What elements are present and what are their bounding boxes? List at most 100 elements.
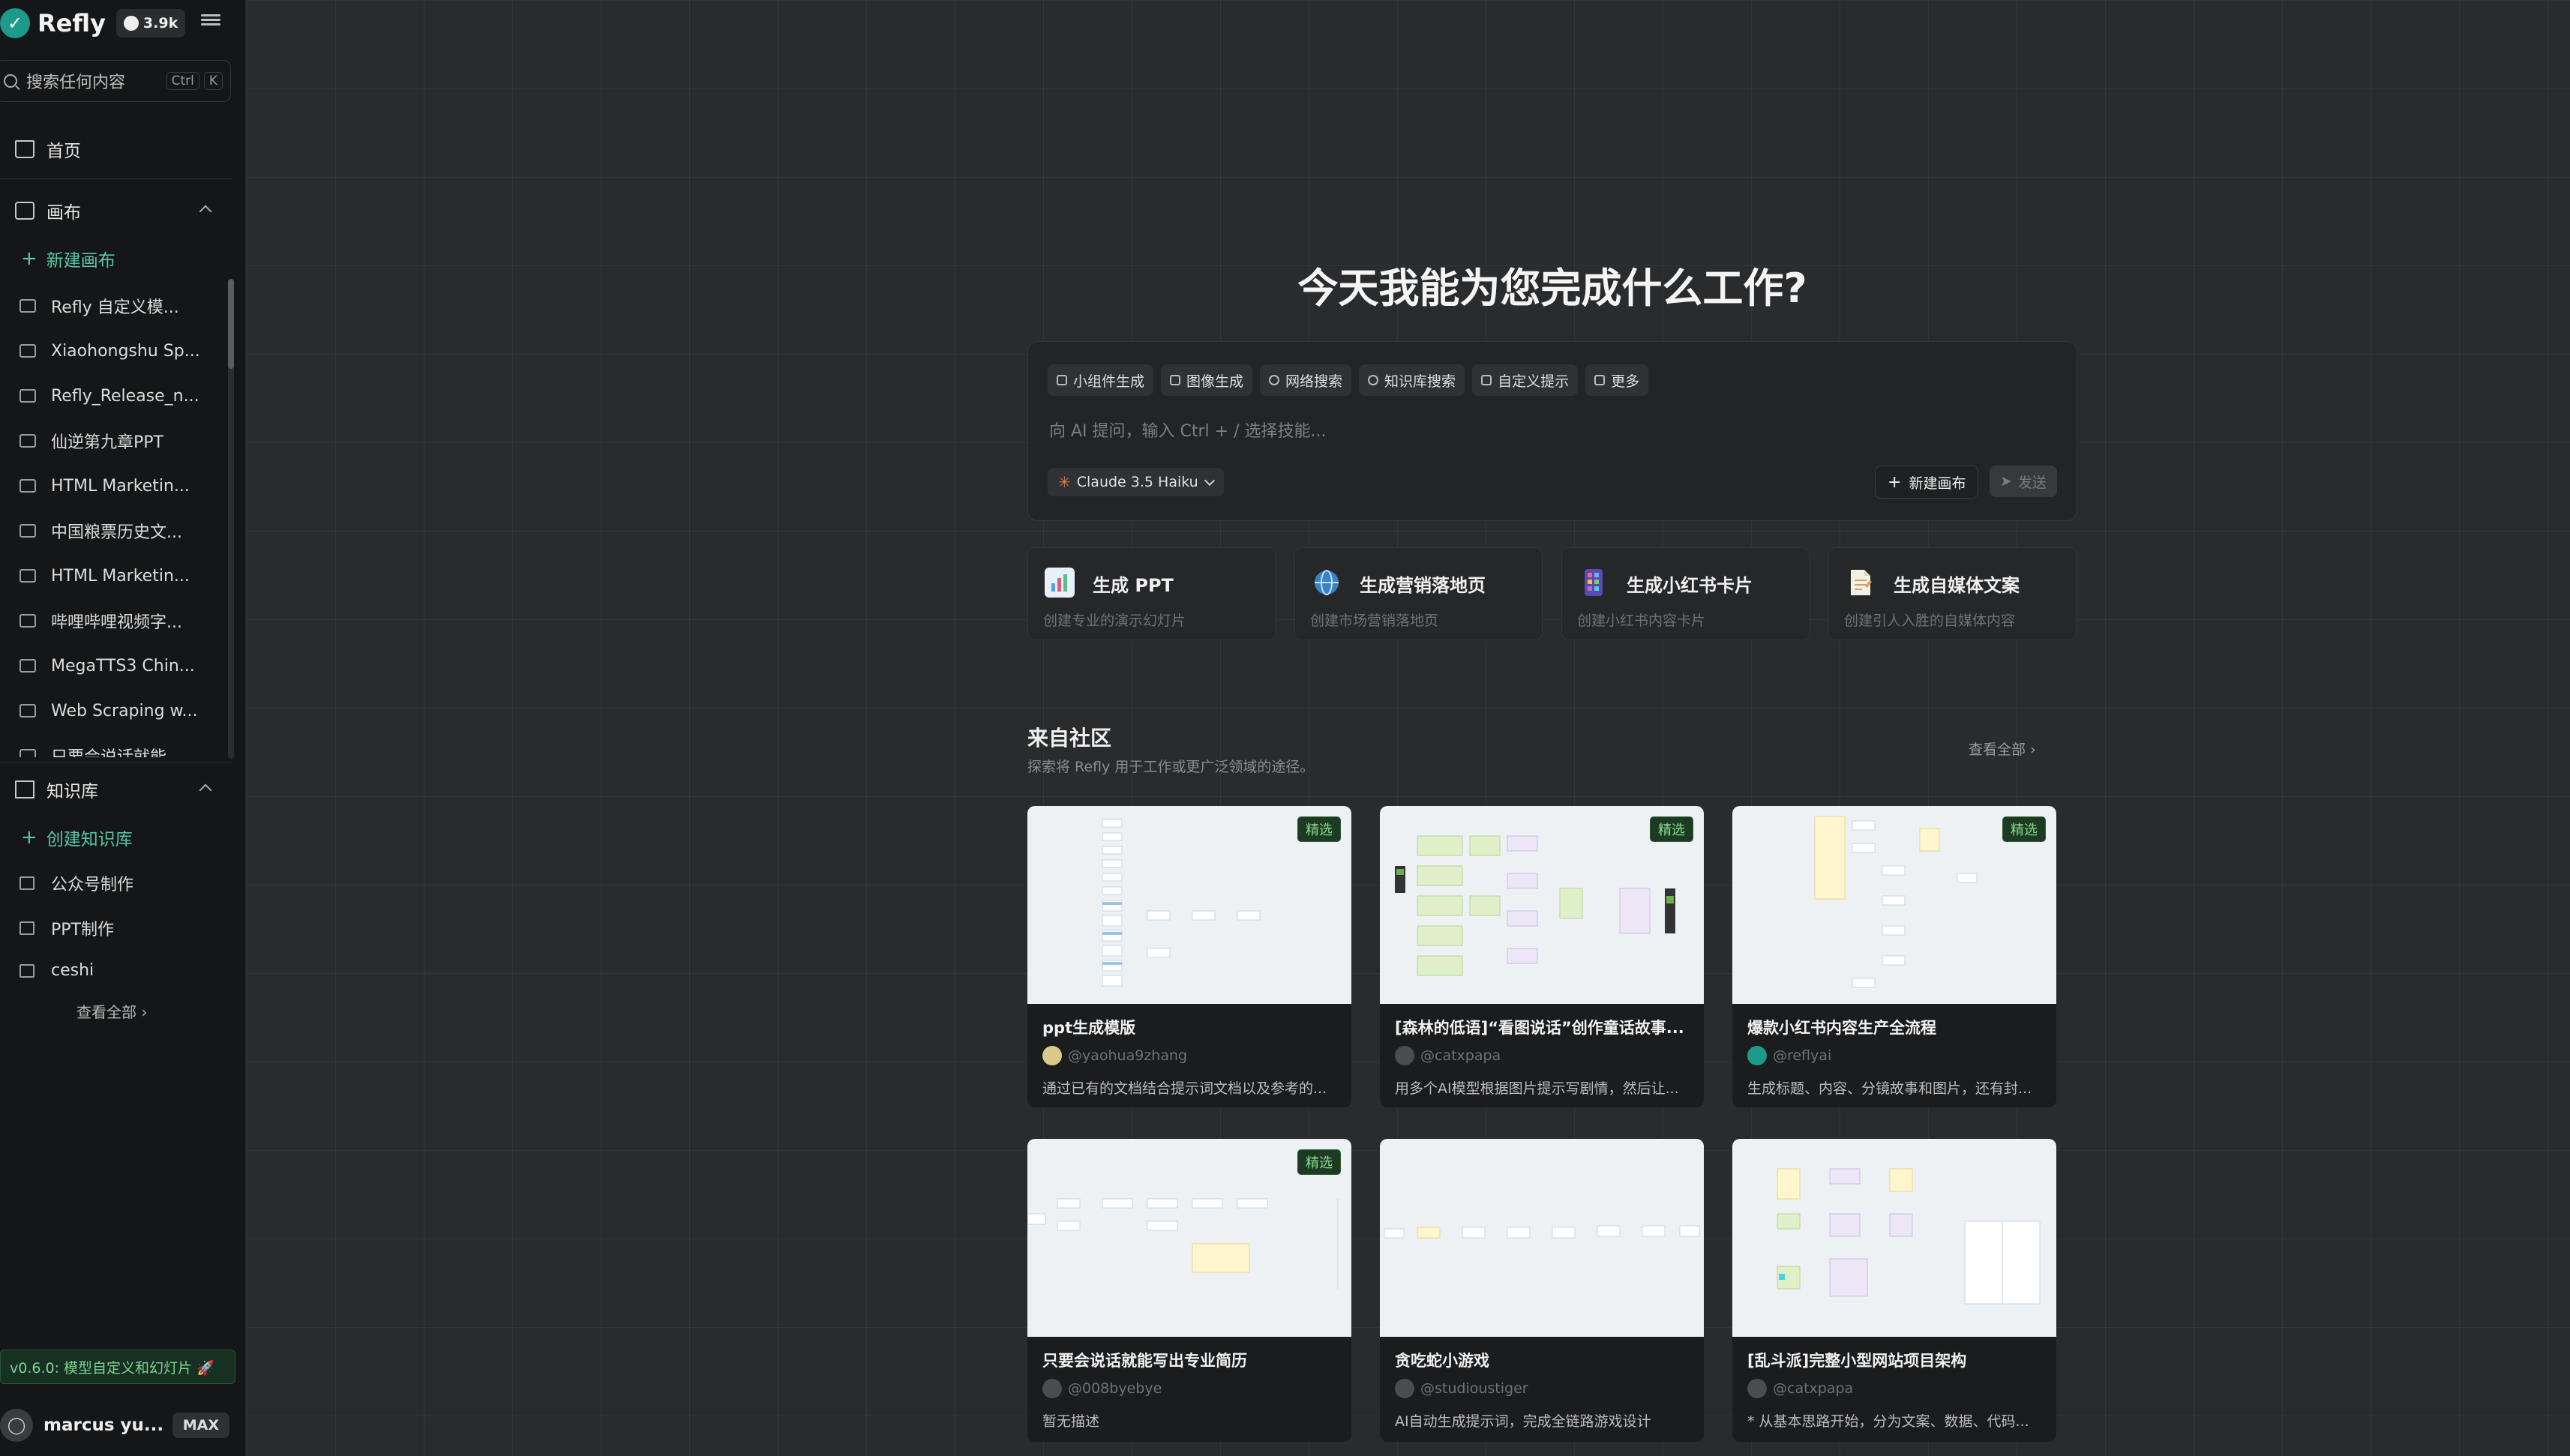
user-name: marcus yu...	[43, 1416, 164, 1435]
canvas-icon	[19, 434, 36, 448]
knowledge-base-icon	[19, 921, 34, 935]
github-stars-badge[interactable]: 3.9k	[115, 9, 186, 37]
canvas-list: Refly 自定义模... Xiaohongshu Sp... Refly_Re…	[0, 283, 234, 757]
quick-action-media-copy[interactable]: 生成自媒体文案 创建引人入胜的自媒体内容	[1828, 547, 2077, 640]
canvas-item[interactable]: Web Scraping w...	[0, 688, 234, 733]
sparkle-icon	[1481, 375, 1492, 385]
quick-action-desc: 创建专业的演示幻灯片	[1043, 613, 1186, 629]
scrollbar-thumb[interactable]	[228, 279, 234, 369]
globe-icon	[1312, 568, 1342, 598]
user-avatar-icon: ◯	[0, 1409, 33, 1442]
canvas-item-label: 只要会说话就能...	[51, 744, 182, 757]
community-card[interactable]: 精选 爆款小红书内容生产全流程 @reflyai 生成标题、内容、分镜故事和图片…	[1732, 806, 2056, 1107]
quick-action-title: 生成 PPT	[1093, 575, 1174, 596]
knowledge-item[interactable]: 公众号制作	[19, 871, 133, 895]
community-card[interactable]: [乱斗派]完整小型网站项目架构 @catxpapa * 从基本思路开始，分为文案…	[1732, 1139, 2056, 1442]
canvas-item-label: MegaTTS3 Chin...	[51, 656, 195, 676]
sidebar-section-canvas[interactable]: 画布	[15, 198, 81, 223]
canvas-item[interactable]: 哔哩哔哩视频字...	[0, 598, 234, 643]
canvas-item[interactable]: 只要会说话就能...	[0, 733, 234, 757]
divider	[0, 178, 232, 179]
featured-badge: 精选	[1297, 816, 1341, 842]
github-icon	[123, 16, 139, 31]
chip-knowledge-search[interactable]: 知识库搜索	[1359, 364, 1465, 396]
canvas-item[interactable]: 仙逆第九章PPT	[0, 418, 234, 463]
knowledge-see-all-link[interactable]: 查看全部 ›	[76, 1000, 147, 1022]
sparkle-icon	[1057, 375, 1067, 385]
canvas-icon	[19, 299, 36, 313]
canvas-item-label: Xiaohongshu Sp...	[51, 341, 200, 361]
canvas-item[interactable]: Refly 自定义模...	[0, 283, 234, 328]
sidebar-collapse-icon[interactable]	[201, 12, 220, 30]
home-icon	[15, 140, 34, 158]
canvas-item[interactable]: MegaTTS3 Chin...	[0, 643, 234, 688]
sidebar-item-home[interactable]: 首页	[15, 136, 81, 162]
search-icon	[4, 74, 17, 88]
chip-web-search[interactable]: 网络搜索	[1260, 364, 1352, 396]
community-card[interactable]: 贪吃蛇小游戏 @studioustiger AI自动生成提示词，完成全链路游戏设…	[1380, 1139, 1704, 1442]
sidebar-search[interactable]: 搜索任何内容 Ctrl K	[0, 60, 231, 102]
claude-icon: ✳	[1058, 473, 1071, 491]
community-see-all-link[interactable]: 查看全部 ›	[1969, 738, 2036, 759]
chip-more[interactable]: 更多	[1585, 364, 1649, 396]
chip-label: 自定义提示	[1498, 373, 1570, 390]
document-icon	[1846, 568, 1876, 598]
card-thumbnail: 精选	[1732, 806, 2056, 1004]
card-author: @catxpapa	[1747, 1379, 1853, 1398]
model-selector[interactable]: ✳ Claude 3.5 Haiku	[1048, 468, 1224, 496]
knowledge-item-label: ceshi	[51, 961, 94, 980]
sidebar-section-knowledge[interactable]: 知识库	[15, 777, 98, 802]
new-canvas-button[interactable]: + 新建画布	[1875, 466, 1979, 499]
chevron-up-icon[interactable]	[199, 205, 212, 218]
brand[interactable]: ✓ Refly 3.9k	[0, 4, 186, 42]
card-title: 爆款小红书内容生产全流程	[1747, 1019, 1936, 1037]
quick-action-title: 生成小红书卡片	[1627, 575, 1753, 596]
new-canvas-button-label: 新建画布	[1909, 475, 1966, 492]
canvas-icon	[19, 479, 36, 493]
user-profile[interactable]: ◯ marcus yu... MAX	[0, 1402, 235, 1449]
canvas-item[interactable]: Refly_Release_n...	[0, 373, 234, 418]
search-icon	[1368, 375, 1379, 385]
create-knowledge-link[interactable]: + 创建知识库	[21, 825, 133, 850]
author-handle: @yaohua9zhang	[1068, 1047, 1188, 1064]
card-author: @studioustiger	[1395, 1379, 1528, 1398]
author-avatar	[1395, 1379, 1414, 1398]
canvas-icon	[19, 344, 36, 358]
canvas-icon	[19, 659, 36, 673]
chip-label: 更多	[1611, 373, 1640, 390]
knowledge-item[interactable]: ceshi	[19, 961, 94, 980]
quick-action-xiaohongshu[interactable]: 生成小红书卡片 创建小红书内容卡片	[1561, 547, 1810, 640]
quick-action-ppt[interactable]: 生成 PPT 创建专业的演示幻灯片	[1027, 547, 1276, 640]
canvas-item-label: 中国粮票历史文...	[51, 523, 182, 542]
chip-widget-generate[interactable]: 小组件生成	[1048, 364, 1154, 396]
canvas-item[interactable]: HTML Marketin...	[0, 463, 234, 508]
chevron-up-icon[interactable]	[199, 783, 212, 797]
send-button[interactable]: ➤ 发送	[1990, 466, 2057, 497]
plus-icon: +	[1888, 472, 1902, 492]
library-icon	[15, 780, 34, 798]
canvas-item[interactable]: Xiaohongshu Sp...	[0, 328, 234, 373]
quick-action-landing-page[interactable]: 生成营销落地页 创建市场营销落地页	[1294, 547, 1543, 640]
version-text: v0.6.0: 模型自定义和幻灯片 🚀	[10, 1359, 214, 1377]
github-stars-count: 3.9k	[142, 15, 178, 31]
canvas-item[interactable]: HTML Marketin...	[0, 553, 234, 598]
prompt-input[interactable]	[1048, 421, 2056, 442]
canvas-item[interactable]: 中国粮票历史文...	[0, 508, 234, 553]
canvas-icon	[15, 202, 34, 220]
chip-custom-prompt[interactable]: 自定义提示	[1472, 364, 1579, 396]
card-thumbnail	[1380, 1139, 1704, 1337]
version-banner[interactable]: v0.6.0: 模型自定义和幻灯片 🚀	[0, 1350, 235, 1384]
knowledge-item[interactable]: PPT制作	[19, 916, 114, 940]
community-card[interactable]: 精选 [森林的低语]“看图说话”创作童话故事... @catxpapa 用多个A…	[1380, 806, 1704, 1107]
sidebar-section-label: 画布	[46, 203, 81, 223]
chip-image-generate[interactable]: 图像生成	[1161, 364, 1253, 396]
quick-action-desc: 创建小红书内容卡片	[1577, 613, 1706, 629]
send-icon: ➤	[2000, 473, 2012, 490]
refly-logo-icon: ✓	[0, 8, 30, 38]
community-card[interactable]: 精选 ppt生成模版 @yaohua9zhang 通过已有的文档结合提示词文档以…	[1027, 806, 1351, 1107]
sparkle-icon	[1170, 375, 1181, 385]
author-avatar	[1042, 1046, 1062, 1065]
community-card[interactable]: 精选 只要会说话就能写出专业简历 @008byebye 暂无描述	[1027, 1139, 1351, 1442]
card-title: [乱斗派]完整小型网站项目架构	[1747, 1352, 1967, 1370]
new-canvas-link[interactable]: + 新建画布	[21, 246, 115, 271]
